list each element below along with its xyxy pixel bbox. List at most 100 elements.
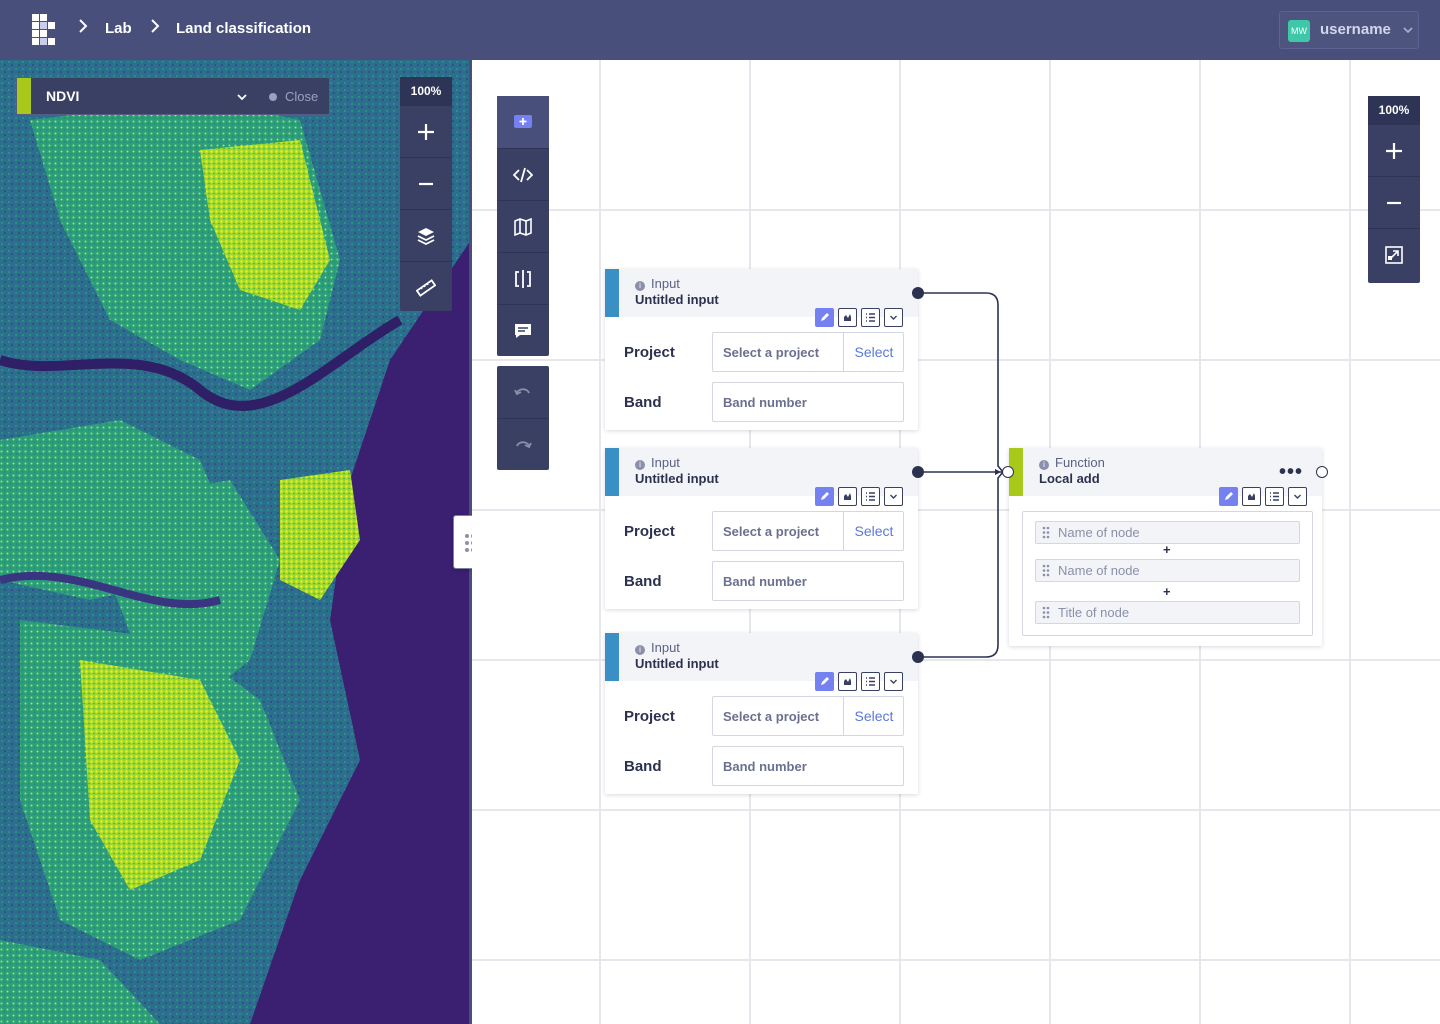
drag-handle-icon [1042,564,1050,577]
fit-to-screen-button[interactable] [1368,228,1420,280]
collapse-button[interactable] [884,487,903,506]
pencil-icon [821,313,829,321]
info-icon: i [635,460,645,470]
function-arguments: Name of node + Name of node + Title of n… [1022,511,1313,636]
map-view-button[interactable] [497,200,549,252]
undo-icon [514,388,530,396]
info-icon: i [635,645,645,655]
stats-button[interactable] [861,672,880,691]
node-title: Untitled input [635,471,719,486]
input-node[interactable]: i Input Untitled input Project Select a p… [605,269,918,430]
history-toolbar [497,366,549,470]
project-placeholder: Select a project [723,709,820,724]
argument-label: Name of node [1058,563,1140,578]
code-icon [513,167,533,183]
split-view-button[interactable] [497,252,549,304]
edit-button[interactable] [815,308,834,327]
node-type-label: i Function [1039,455,1105,470]
argument-slot[interactable]: Name of node [1035,521,1300,544]
list-icon [866,313,875,322]
project-field[interactable]: Select a project Select [712,332,904,372]
histogram-button[interactable] [838,672,857,691]
undo-button[interactable] [497,366,549,418]
band-field[interactable]: Band number [712,561,904,601]
add-node-icon [514,115,532,128]
code-view-button[interactable] [497,148,549,200]
band-label: Band [624,394,662,411]
chevron-down-icon [890,494,897,499]
drag-handle-icon [1042,526,1050,539]
canvas-zoom-out-button[interactable] [1368,176,1420,228]
comment-icon [515,324,531,338]
project-label: Project [624,523,675,540]
band-field[interactable]: Band number [712,382,904,422]
node-type-label: i Input [635,455,680,470]
select-project-button[interactable]: Select [843,333,904,371]
comment-button[interactable] [497,304,549,356]
connection-wire [918,292,1004,473]
output-port[interactable] [912,651,924,663]
project-field[interactable]: Select a project Select [712,696,904,736]
select-project-button[interactable]: Select [843,512,904,550]
collapse-button[interactable] [884,308,903,327]
redo-button[interactable] [497,418,549,470]
edit-button[interactable] [1219,487,1238,506]
collapse-button[interactable] [1288,487,1307,506]
lab-toolbar [497,96,549,356]
edit-button[interactable] [815,672,834,691]
band-field[interactable]: Band number [712,746,904,786]
operator-label: + [1163,542,1171,557]
node-title: Local add [1039,471,1100,486]
histogram-button[interactable] [838,308,857,327]
stats-button[interactable] [861,487,880,506]
node-title: Untitled input [635,656,719,671]
canvas-zoom-in-button[interactable] [1368,124,1420,176]
more-options-icon[interactable]: ••• [1279,461,1303,484]
stats-button[interactable] [861,308,880,327]
connection-wire [918,471,1004,658]
argument-slot[interactable]: Title of node [1035,601,1300,624]
function-node[interactable]: i Function Local add ••• Name of node + N… [1009,448,1322,646]
add-node-button[interactable] [497,96,549,148]
argument-label: Title of node [1058,605,1130,620]
band-placeholder: Band number [723,759,807,774]
histogram-button[interactable] [1242,487,1261,506]
band-placeholder: Band number [723,574,807,589]
histogram-icon [843,678,852,686]
project-placeholder: Select a project [723,345,820,360]
operator-label: + [1163,584,1171,599]
argument-slot[interactable]: Name of node [1035,559,1300,582]
project-field[interactable]: Select a project Select [712,511,904,551]
edit-button[interactable] [815,487,834,506]
output-port[interactable] [912,287,924,299]
pencil-icon [821,492,829,500]
arrow-head [995,469,1001,475]
list-icon [866,492,875,501]
project-placeholder: Select a project [723,524,820,539]
output-port[interactable] [912,466,924,478]
input-node[interactable]: i Input Untitled input Project Select a p… [605,633,918,794]
fit-icon [1385,246,1403,264]
pencil-icon [821,677,829,685]
histogram-button[interactable] [838,487,857,506]
argument-label: Name of node [1058,525,1140,540]
project-label: Project [624,708,675,725]
info-icon: i [635,281,645,291]
node-accent [605,448,619,496]
list-icon [1270,492,1279,501]
node-type-label: i Input [635,276,680,291]
drag-handle-icon [1042,606,1050,619]
select-project-button[interactable]: Select [843,697,904,735]
output-port[interactable] [1316,466,1328,478]
input-node[interactable]: i Input Untitled input Project Select a p… [605,448,918,609]
input-port[interactable] [1002,466,1014,478]
band-label: Band [624,758,662,775]
collapse-button[interactable] [884,672,903,691]
stats-button[interactable] [1265,487,1284,506]
redo-icon [516,441,532,449]
node-accent [605,269,619,317]
plus-icon [1386,143,1402,159]
histogram-icon [843,493,852,501]
chevron-down-icon [890,679,897,684]
chevron-down-icon [1294,494,1301,499]
